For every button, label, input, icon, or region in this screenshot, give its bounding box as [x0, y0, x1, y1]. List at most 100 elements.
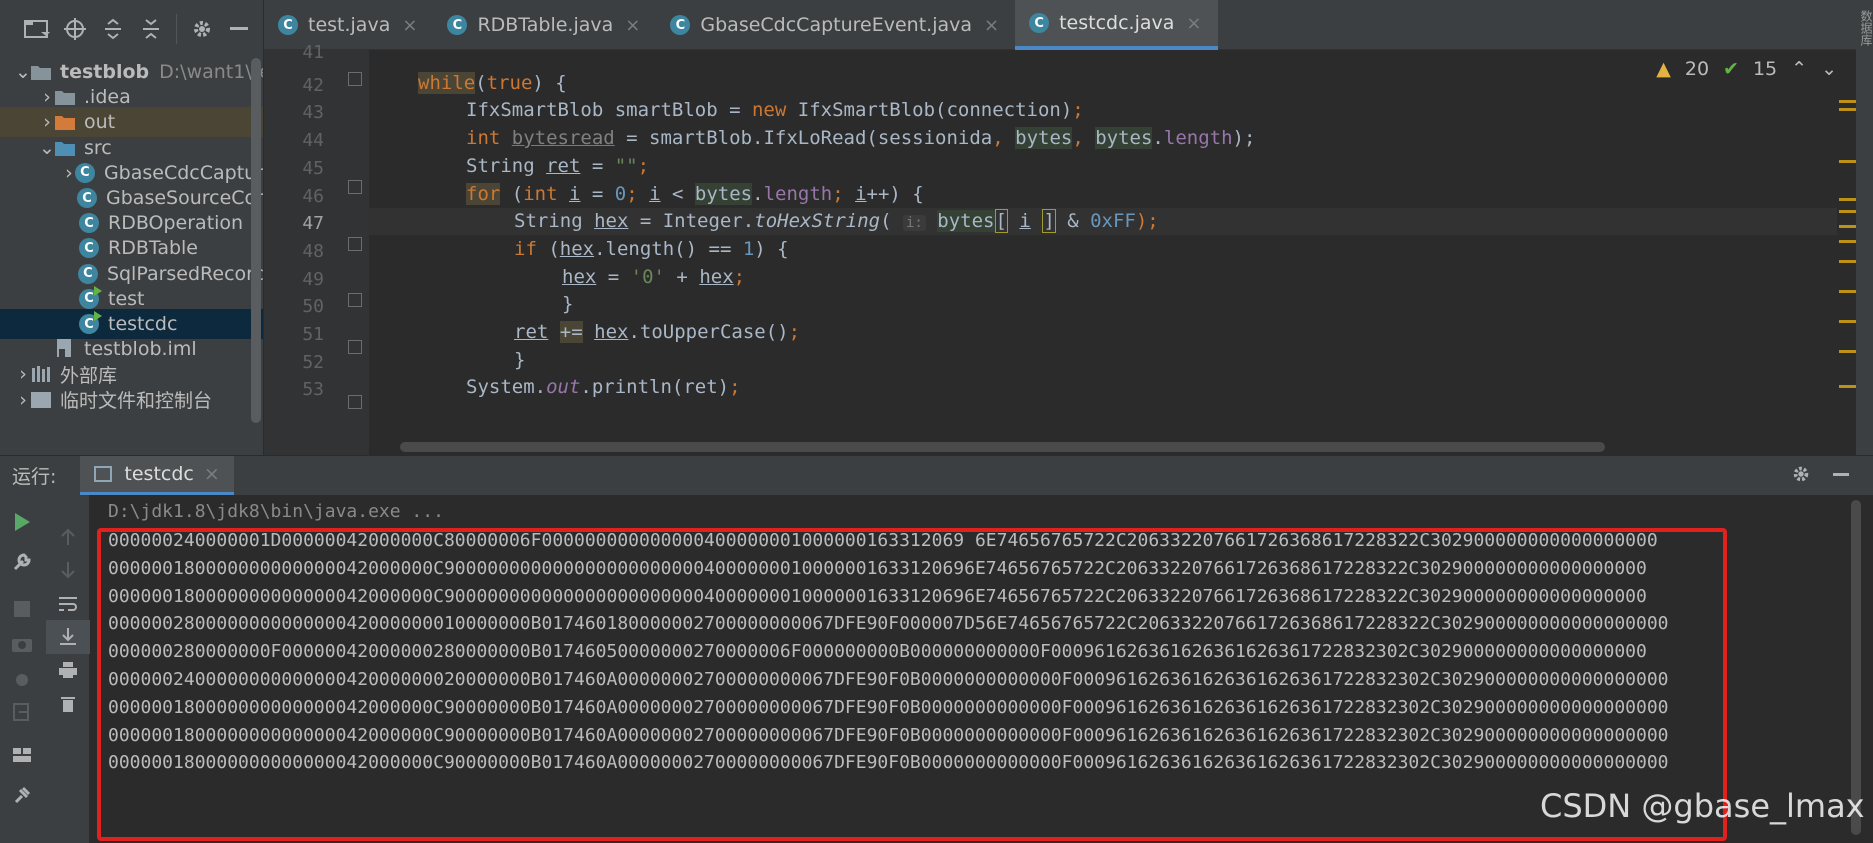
- tab-label: testcdc.java: [1059, 12, 1175, 34]
- ret-variable: ret: [546, 154, 581, 177]
- char-literal: '0': [630, 265, 665, 288]
- unused-variable: bytesread: [511, 127, 615, 150]
- code-token: ;: [637, 154, 650, 177]
- chevron-right-icon[interactable]: ›: [40, 111, 54, 133]
- trash-icon[interactable]: [46, 687, 90, 721]
- code-token: }: [562, 293, 574, 316]
- number-literal: 0xFF: [1090, 210, 1136, 233]
- code-line-49: hex = '0' + hex;: [369, 264, 1837, 291]
- code-token: IfxSmartBlob smartBlob =: [466, 99, 752, 122]
- tree-item-label: out: [84, 111, 116, 134]
- code-token: .toUpperCase(): [628, 321, 789, 343]
- code-token: );: [1135, 210, 1159, 233]
- console-output-line: 000000180000000000000042000000C90000000B…: [108, 752, 1669, 774]
- tab-label: GbaseCdcCaptureEvent.java: [700, 14, 973, 36]
- project-scrollbar[interactable]: [251, 58, 261, 423]
- rerun-icon[interactable]: [0, 505, 44, 539]
- hex-variable: hex: [594, 210, 629, 233]
- code-line-51: ret += hex.toUpperCase();: [369, 319, 1837, 346]
- code-line-53: System.out.println(ret);: [369, 374, 1837, 401]
- close-icon[interactable]: ×: [984, 15, 999, 36]
- expand-all-icon[interactable]: [94, 10, 132, 48]
- fold-marker-icon[interactable]: [348, 395, 362, 409]
- locate-icon[interactable]: [56, 10, 94, 48]
- debug-icon[interactable]: [0, 662, 44, 696]
- inspection-widget[interactable]: ▲ 20 ✔ 15 ⌃ ⌄: [1656, 58, 1837, 80]
- editor-tab-gbasecdccaptureevent-java[interactable]: C GbaseCdcCaptureEvent.java ×: [656, 0, 1015, 50]
- code-token: ;: [733, 265, 746, 288]
- class-icon: C: [447, 15, 468, 35]
- tree-item-label: test: [108, 287, 145, 310]
- code-token: }: [514, 348, 526, 371]
- soft-wrap-icon[interactable]: [46, 587, 90, 621]
- chevron-right-icon[interactable]: ›: [64, 162, 74, 184]
- runnable-class-icon: C: [78, 311, 102, 335]
- bytes-ref: bytes: [694, 182, 753, 205]
- camera-icon[interactable]: [0, 627, 44, 661]
- chevron-down-icon[interactable]: ⌄: [15, 61, 31, 83]
- hide-icon[interactable]: [1833, 464, 1851, 488]
- line-number: 53: [302, 379, 324, 401]
- arrow-up-icon[interactable]: [46, 520, 90, 554]
- code-line-45: String ret = "";: [369, 153, 1837, 180]
- arrow-down-icon[interactable]: [46, 553, 90, 587]
- fold-marker-icon[interactable]: [348, 72, 362, 86]
- console-scrollbar[interactable]: [1851, 500, 1861, 835]
- line-number: 42: [302, 74, 324, 96]
- fold-marker-icon[interactable]: [348, 180, 362, 194]
- wrench-icon[interactable]: [0, 545, 44, 579]
- run-tab-testcdc[interactable]: testcdc ×: [80, 455, 234, 496]
- scroll-to-end-icon[interactable]: [46, 620, 90, 654]
- tree-item-label: testblob: [60, 61, 150, 83]
- line-number: 47: [302, 213, 324, 235]
- scratch-icon: [30, 389, 52, 411]
- fold-marker-icon[interactable]: [348, 293, 362, 307]
- code-token: ;: [788, 321, 801, 343]
- tree-item-label: GbaseCdcCaptur: [103, 161, 264, 184]
- class-icon: C: [76, 187, 98, 209]
- project-toolbar: [0, 0, 263, 58]
- hex-variable: hex: [699, 265, 734, 288]
- chevron-right-icon[interactable]: ›: [40, 86, 54, 108]
- run-tool-header: 运行: testcdc ×: [0, 455, 1873, 496]
- close-icon[interactable]: ×: [1186, 13, 1201, 34]
- editor-horizontal-scrollbar[interactable]: [400, 442, 1605, 452]
- chevron-up-icon[interactable]: ⌃: [1791, 58, 1807, 80]
- gear-icon[interactable]: [1791, 464, 1811, 488]
- code-token: String: [466, 154, 547, 177]
- tree-item-[interactable]: › 临时文件和控制台: [0, 385, 263, 415]
- bytes-ref: bytes: [937, 210, 995, 233]
- collapse-all-icon[interactable]: [132, 10, 170, 48]
- code-line-43: IfxSmartBlob smartBlob = new IfxSmartBlo…: [369, 97, 1837, 124]
- database-side-tab[interactable]: 数据库: [1856, 0, 1873, 455]
- hide-icon[interactable]: [221, 10, 259, 48]
- close-icon[interactable]: ×: [625, 15, 640, 36]
- pin-icon[interactable]: [0, 778, 44, 812]
- layout-icon[interactable]: [0, 738, 44, 772]
- chevron-down-icon[interactable]: ⌄: [39, 137, 55, 159]
- project-view-icon[interactable]: [18, 10, 56, 48]
- iml-file-icon: [54, 338, 76, 360]
- gear-icon[interactable]: [183, 10, 221, 48]
- fold-marker-icon[interactable]: [348, 237, 362, 251]
- code-token: System.: [466, 376, 547, 399]
- chevron-down-icon[interactable]: ⌄: [1821, 58, 1837, 80]
- code-token: ;: [729, 376, 741, 399]
- close-icon[interactable]: ×: [204, 463, 220, 485]
- editor-tab-rdbtable-java[interactable]: C RDBTable.java ×: [433, 0, 656, 50]
- print-icon[interactable]: [46, 653, 90, 687]
- editor-tab-testcdc-java[interactable]: Ctestcdc.java ×: [1015, 0, 1218, 50]
- chevron-right-icon[interactable]: ›: [16, 363, 30, 385]
- chevron-right-icon[interactable]: ›: [16, 389, 30, 411]
- length-field: length: [763, 182, 833, 205]
- stop-icon[interactable]: [0, 592, 44, 626]
- line-number: 52: [302, 351, 324, 373]
- run-toolbar-primary: [0, 495, 46, 843]
- fold-marker-icon[interactable]: [348, 340, 362, 354]
- close-icon[interactable]: ×: [402, 15, 417, 36]
- exit-icon[interactable]: [0, 695, 44, 729]
- code-editor[interactable]: while(true) { IfxSmartBlob smartBlob = n…: [369, 50, 1837, 455]
- bracket-match: [: [994, 209, 1008, 234]
